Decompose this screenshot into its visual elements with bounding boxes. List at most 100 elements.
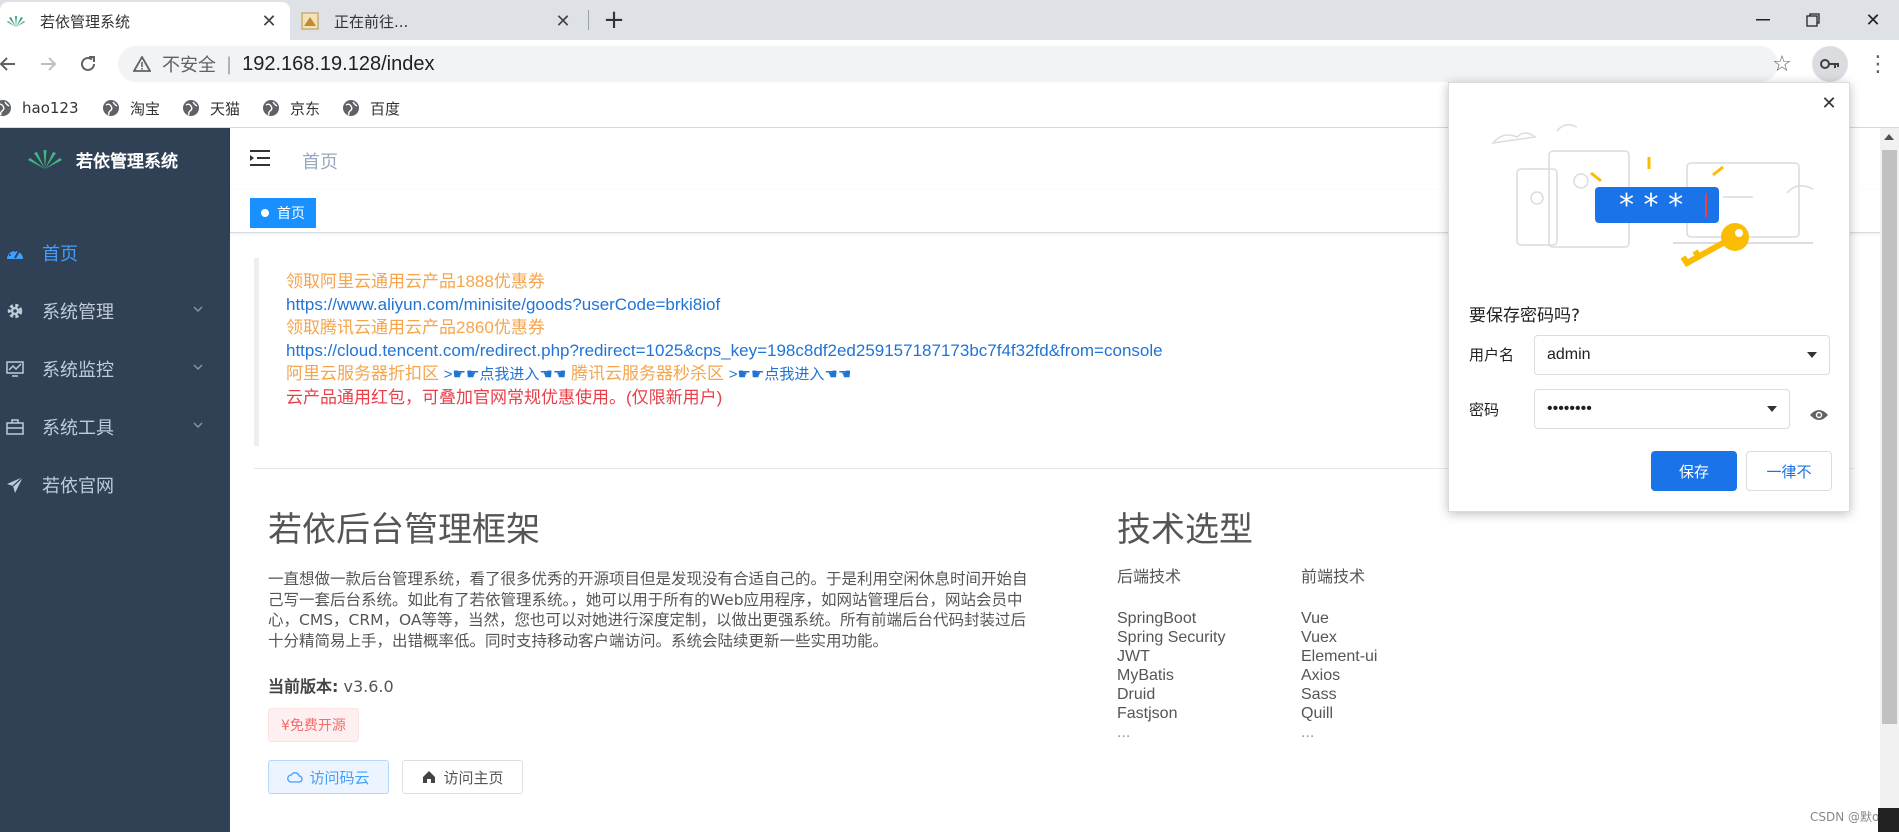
address-bar[interactable]: 不安全 | 192.168.19.128/index (118, 46, 1778, 82)
list-item: ... (1117, 724, 1131, 741)
password-key-icon[interactable] (1812, 46, 1848, 82)
caret-down-icon (1767, 406, 1777, 412)
browser-toolbar: 不安全 | 192.168.19.128/index ☆ ⋮ (0, 40, 1899, 88)
tag-home[interactable]: 首页 (250, 198, 316, 228)
list-item: Spring Security (1117, 629, 1226, 646)
list-item: Element-ui (1301, 648, 1378, 665)
intro-title: 若依后台管理框架 (268, 510, 540, 550)
dialog-title: 要保存密码吗? (1469, 306, 1581, 326)
list-item: Vuex (1301, 629, 1337, 646)
list-item: SpringBoot (1117, 610, 1197, 627)
restore-icon[interactable] (1788, 0, 1838, 40)
gear-icon (6, 302, 24, 320)
intro-description: 一直想做一款后台管理系统，看了很多优秀的开源项目但是发现没有合适自己的。于是利用… (268, 570, 1028, 650)
visit-home-button[interactable]: 访问主页 (402, 760, 523, 794)
sidebar-item-label: 系统管理 (42, 302, 114, 323)
sidebar-item-label: 若依官网 (42, 476, 114, 497)
aliyun-enter-link[interactable]: >☛☛点我进入☚☚ (444, 366, 567, 383)
password-label: 密码 (1469, 401, 1500, 419)
bookmark-star-icon[interactable]: ☆ (1768, 50, 1796, 78)
tencent-enter-link[interactable]: >☛☛点我进入☚☚ (729, 366, 852, 383)
bookmark-label: 天猫 (210, 99, 241, 118)
globe-icon (263, 100, 279, 116)
window-close-icon[interactable]: ✕ (1848, 0, 1898, 40)
promo-block: 领取阿里云通用云产品1888优惠券 https://www.aliyun.com… (254, 258, 1454, 446)
new-tab-icon[interactable]: + (600, 5, 628, 35)
sidebar-item-system-tools[interactable]: 系统工具 (0, 399, 230, 455)
csdn-watermark: CSDN @默o. (1810, 810, 1883, 824)
url-text[interactable]: 192.168.19.128/index (242, 53, 434, 76)
bookmark-baidu[interactable]: 百度 (342, 96, 400, 120)
dashboard-icon (6, 244, 24, 262)
loading-image-icon (300, 11, 320, 31)
browser-tab-bar: 若依管理系统 ✕ 正在前往... ✕ + ✕ (0, 0, 1899, 40)
red-packet-note: 云产品通用红包，可叠加官网常规优惠使用。(仅限新用户) (286, 388, 723, 407)
sidebar-item-label: 系统工具 (42, 418, 114, 439)
browser-menu-icon[interactable]: ⋮ (1864, 50, 1892, 78)
hamburger-icon[interactable] (250, 148, 272, 168)
warning-icon[interactable] (132, 54, 152, 74)
tencent-flash-text: 腾讯云服务器秒杀区 (571, 364, 725, 383)
aliyun-discount-text: 阿里云服务器折扣区 (286, 364, 439, 383)
bookmark-label: 京东 (290, 99, 321, 118)
list-item: Sass (1301, 686, 1337, 703)
save-password-button[interactable]: 保存 (1651, 451, 1737, 491)
username-label: 用户名 (1469, 346, 1515, 364)
eye-icon[interactable] (1807, 403, 1831, 427)
tencent-coupon-text: 领取腾讯云通用云产品2860优惠券 (286, 318, 545, 337)
browser-tab-active[interactable]: 若依管理系统 ✕ (0, 2, 290, 40)
username-value: admin (1547, 346, 1591, 363)
sidebar-item-system-monitor[interactable]: 系统监控 (0, 341, 230, 397)
tab-close-icon[interactable]: ✕ (550, 8, 576, 34)
bookmark-hao123[interactable]: hao123 (0, 96, 79, 120)
minimize-icon[interactable] (1738, 0, 1788, 40)
password-illustration: * * * (1491, 124, 1814, 267)
monitor-icon (6, 360, 24, 378)
bookmark-tmall[interactable]: 天猫 (182, 96, 240, 120)
list-item: MyBatis (1117, 667, 1174, 684)
tech-title: 技术选型 (1117, 510, 1253, 550)
back-icon[interactable] (0, 50, 22, 78)
insecure-label: 不安全 (162, 55, 216, 76)
password-select[interactable]: •••••••• (1534, 389, 1790, 429)
list-item: Vue (1301, 610, 1329, 627)
chevron-down-icon (193, 364, 203, 370)
svg-text:* * *: * * * (1619, 188, 1683, 223)
username-select[interactable]: admin (1534, 335, 1830, 375)
bookmark-jd[interactable]: 京东 (262, 96, 320, 120)
button-label: 访问码云 (309, 768, 370, 787)
version-line: 当前版本: v3.6.0 (268, 673, 394, 697)
corner-block (1878, 808, 1899, 832)
aliyun-url-link[interactable]: https://www.aliyun.com/minisite/goods?us… (286, 293, 1454, 316)
frontend-tech-list: 前端技术 Vue Vuex Element-ui Axios Sass Quil… (1301, 568, 1377, 742)
sidebar-item-label: 首页 (42, 244, 78, 265)
bookmark-taobao[interactable]: 淘宝 (102, 96, 160, 120)
page-scrollbar[interactable] (1880, 128, 1899, 832)
toolbox-icon (6, 418, 24, 436)
tab-close-icon[interactable]: ✕ (256, 8, 282, 34)
sidebar-item-official-site[interactable]: 若依官网 (0, 457, 230, 513)
scroll-up-arrow-icon[interactable] (1884, 134, 1894, 140)
tab-title: 若依管理系统 (40, 12, 131, 31)
password-value: •••••••• (1547, 400, 1592, 417)
tab-separator (588, 10, 589, 30)
promo-zones-line: 阿里云服务器折扣区 >☛☛点我进入☚☚ 腾讯云服务器秒杀区 >☛☛点我进入☚☚ (286, 362, 1454, 386)
reload-icon[interactable] (74, 50, 102, 78)
sidebar-item-system-management[interactable]: 系统管理 (0, 283, 230, 339)
app-logo[interactable]: 若依管理系统 (0, 128, 230, 190)
tab-title: 正在前往... (334, 12, 409, 31)
tag-label: 首页 (277, 206, 305, 222)
globe-icon (183, 100, 199, 116)
version-value: v3.6.0 (343, 677, 394, 696)
forward-icon[interactable] (34, 50, 62, 78)
never-save-button[interactable]: 一律不 (1746, 451, 1832, 491)
visit-gitee-button[interactable]: 访问码云 (268, 760, 389, 794)
send-icon (6, 476, 24, 494)
backend-tech-list: 后端技术 SpringBoot Spring Security JWT MyBa… (1117, 568, 1226, 742)
sidebar-item-home[interactable]: 首页 (0, 225, 230, 281)
breadcrumb[interactable]: 首页 (302, 148, 338, 174)
bookmark-label: 百度 (370, 99, 401, 118)
browser-tab-inactive[interactable]: 正在前往... ✕ (294, 2, 584, 40)
scrollbar-thumb[interactable] (1882, 150, 1897, 724)
tencent-url-link[interactable]: https://cloud.tencent.com/redirect.php?r… (286, 339, 1454, 362)
